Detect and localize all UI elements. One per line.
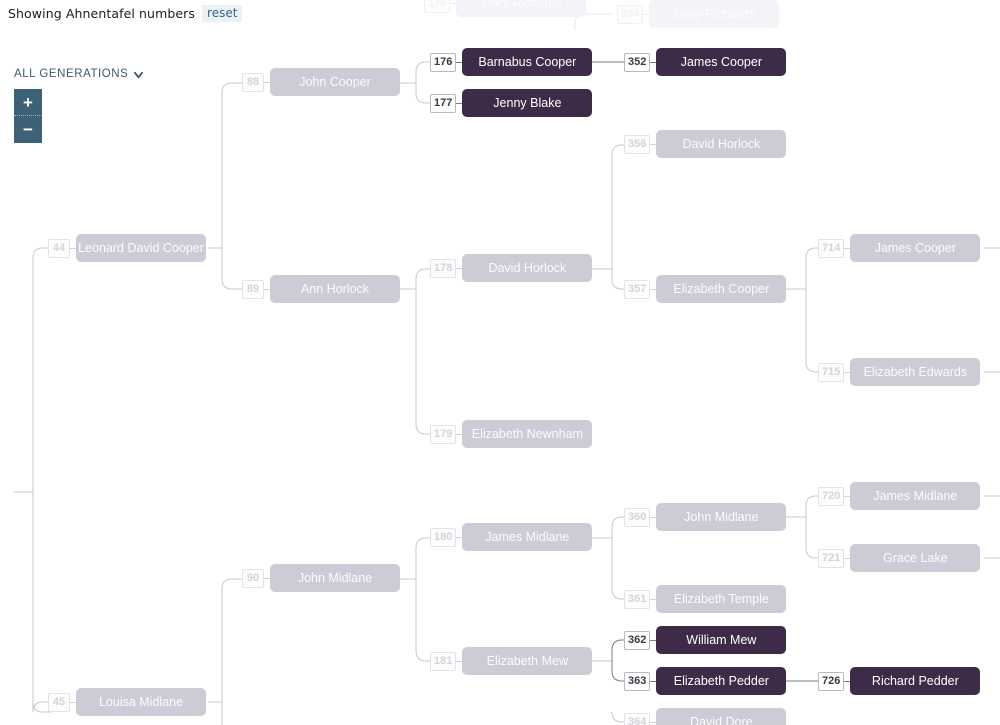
ahnentafel-badge: 181 xyxy=(430,651,457,671)
person-name-box[interactable]: Grace Lake xyxy=(850,544,981,572)
person-name-box[interactable]: Jenny Blake xyxy=(462,89,593,117)
person-node[interactable]: 360 John Midlane xyxy=(624,503,787,531)
ahnentafel-badge: 715 xyxy=(818,362,845,382)
person-node[interactable]: 88 John Cooper xyxy=(242,68,400,96)
person-node[interactable]: 363 Elizabeth Pedder xyxy=(624,667,787,695)
ahnentafel-badge: 180 xyxy=(430,527,457,547)
ahnentafel-badge: 726 xyxy=(818,671,845,691)
person-name-box[interactable]: Elizabeth Mew xyxy=(462,647,593,675)
zoom-button-group: + − xyxy=(14,89,42,143)
person-name-box[interactable]: John Midlane xyxy=(270,564,400,592)
person-node[interactable]: 175 Mary Richards xyxy=(424,0,587,17)
person-node[interactable]: 176 Barnabus Cooper xyxy=(430,48,593,76)
ahnentafel-badge: 357 xyxy=(624,279,651,299)
person-node[interactable]: 44 Leonard David Cooper xyxy=(48,234,206,262)
person-name-box[interactable]: Ann Horlock xyxy=(270,275,400,303)
ahnentafel-badge: 176 xyxy=(430,52,457,72)
ahnentafel-badge: 88 xyxy=(242,72,264,92)
ahnentafel-badge: 362 xyxy=(624,630,651,650)
status-bar: Showing Ahnentafel numbers reset xyxy=(8,5,243,22)
ahnentafel-tree-canvas[interactable]: Showing Ahnentafel numbers reset ALL GEN… xyxy=(0,0,1000,725)
ahnentafel-badge: 364 xyxy=(624,712,651,725)
ahnentafel-badge: 178 xyxy=(430,258,457,278)
person-name-box[interactable]: Elizabeth Edwards xyxy=(850,358,981,386)
ahnentafel-badge: 175 xyxy=(424,0,451,13)
ahnentafel-badge: 360 xyxy=(624,507,651,527)
person-name-box[interactable]: Elizabeth Pedder xyxy=(656,667,787,695)
ahnentafel-badge: 90 xyxy=(242,568,264,588)
ahnentafel-badge: 721 xyxy=(818,548,845,568)
ahnentafel-badge: 44 xyxy=(48,238,70,258)
person-name-box[interactable]: Richard Pedder xyxy=(850,667,981,695)
generations-control: ALL GENERATIONS + − xyxy=(14,68,144,143)
person-name-box[interactable]: David Horlock xyxy=(462,254,593,282)
person-name-box[interactable]: James Midlane xyxy=(462,523,593,551)
person-node[interactable]: 715 Elizabeth Edwards xyxy=(818,358,981,386)
person-node[interactable]: 89 Ann Horlock xyxy=(242,275,400,303)
ahnentafel-badge: 45 xyxy=(48,692,70,712)
ahnentafel-badge: 363 xyxy=(624,671,651,691)
person-name-box[interactable]: Barnabus Cooper xyxy=(462,48,593,76)
person-name-box[interactable]: William Mew xyxy=(656,626,787,654)
person-node[interactable]: 352 James Cooper xyxy=(624,48,787,76)
person-name-box[interactable]: John Midlane xyxy=(656,503,787,531)
ahnentafel-badge: 361 xyxy=(624,589,651,609)
person-node[interactable]: 720 James Midlane xyxy=(818,482,981,510)
person-node[interactable]: 177 Jenny Blake xyxy=(430,89,593,117)
person-node[interactable]: 178 David Horlock xyxy=(430,254,593,282)
person-name-box[interactable]: James Midlane xyxy=(850,482,981,510)
person-name-box[interactable]: John Cooper xyxy=(270,68,400,96)
zoom-out-button[interactable]: − xyxy=(14,116,42,143)
person-node[interactable]: 45 Louisa Midlane xyxy=(48,688,206,716)
person-node[interactable]: 356 David Horlock xyxy=(624,130,787,158)
person-name-box[interactable]: Mary Richards xyxy=(649,0,780,28)
reset-button[interactable]: reset xyxy=(202,5,243,22)
person-name-box[interactable]: Leonard David Cooper xyxy=(76,234,206,262)
person-node[interactable]: 181 Elizabeth Mew xyxy=(430,647,593,675)
person-node[interactable]: 180 James Midlane xyxy=(430,523,593,551)
person-node[interactable]: 364 David Dore xyxy=(624,708,787,725)
ahnentafel-badge: 714 xyxy=(818,238,845,258)
person-name-box[interactable]: David Horlock xyxy=(656,130,787,158)
person-name-box[interactable]: James Cooper xyxy=(656,48,787,76)
status-text: Showing Ahnentafel numbers xyxy=(8,6,196,21)
person-node[interactable]: 354 Mary Richards xyxy=(617,0,780,28)
person-name-box[interactable]: David Dore xyxy=(656,708,787,725)
chevron-down-icon xyxy=(134,71,144,78)
person-name-box[interactable]: Elizabeth Newnham xyxy=(462,420,593,448)
ahnentafel-badge: 179 xyxy=(430,424,457,444)
ahnentafel-badge: 89 xyxy=(242,279,264,299)
person-name-box[interactable]: Elizabeth Temple xyxy=(656,585,787,613)
person-node[interactable]: 362 William Mew xyxy=(624,626,787,654)
person-node[interactable]: 726 Richard Pedder xyxy=(818,667,981,695)
person-node[interactable]: 357 Elizabeth Cooper xyxy=(624,275,787,303)
person-node[interactable]: 90 John Midlane xyxy=(242,564,400,592)
person-node[interactable]: 179 Elizabeth Newnham xyxy=(430,420,593,448)
ahnentafel-badge: 352 xyxy=(624,52,651,72)
all-generations-dropdown[interactable]: ALL GENERATIONS xyxy=(14,68,144,80)
person-node[interactable]: 714 James Cooper xyxy=(818,234,981,262)
person-name-box[interactable]: James Cooper xyxy=(850,234,981,262)
all-generations-label: ALL GENERATIONS xyxy=(14,68,129,80)
ahnentafel-badge: 356 xyxy=(624,134,651,154)
person-name-box[interactable]: Elizabeth Cooper xyxy=(656,275,787,303)
person-name-box[interactable]: Louisa Midlane xyxy=(76,688,206,716)
zoom-in-button[interactable]: + xyxy=(14,89,42,116)
person-node[interactable]: 721 Grace Lake xyxy=(818,544,981,572)
ahnentafel-badge: 354 xyxy=(617,4,644,24)
person-node[interactable]: 361 Elizabeth Temple xyxy=(624,585,787,613)
ahnentafel-badge: 720 xyxy=(818,486,845,506)
person-name-box[interactable]: Mary Richards xyxy=(456,0,587,17)
ahnentafel-badge: 177 xyxy=(430,93,457,113)
